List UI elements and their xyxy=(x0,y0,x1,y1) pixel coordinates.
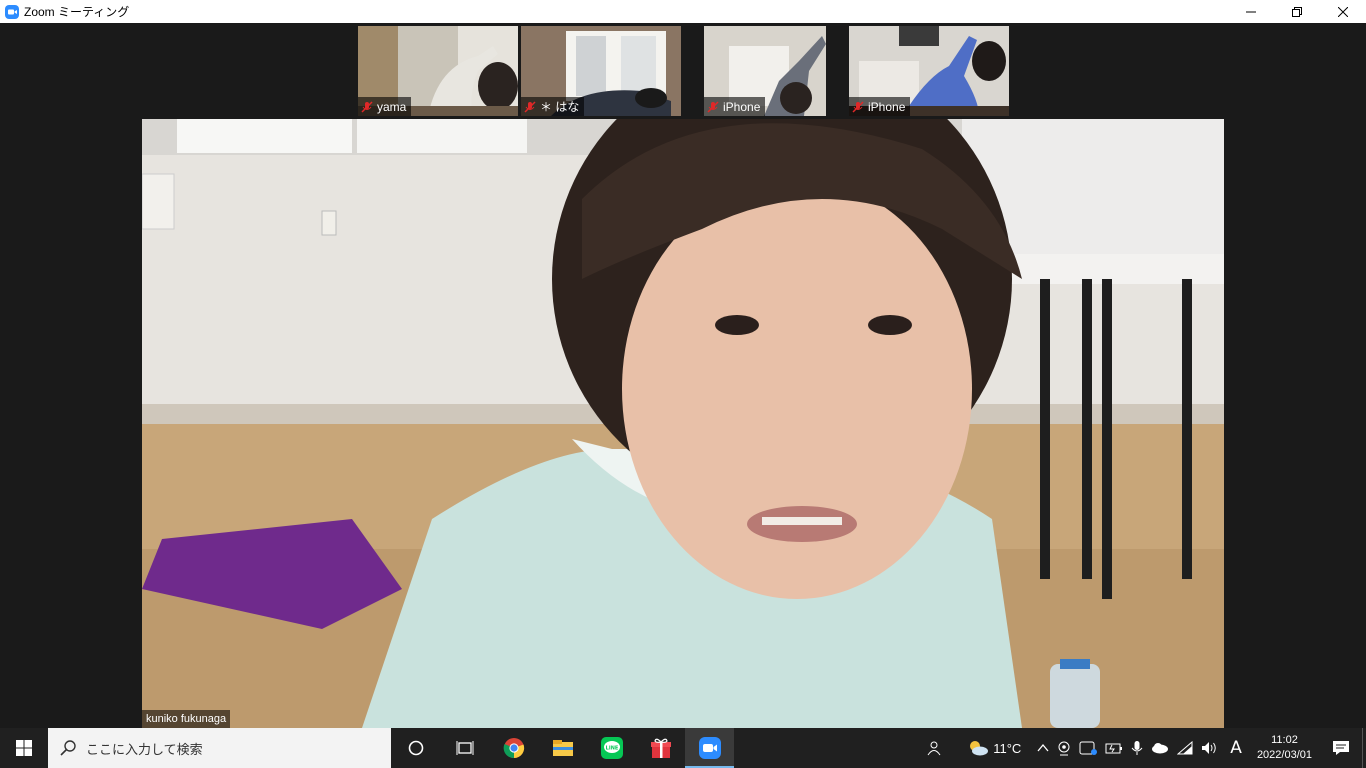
meeting-area: yama ＊ はな iPhone iPhone kuniko fukunaga xyxy=(0,23,1366,728)
participant-name: yama xyxy=(377,99,407,114)
taskbar: ここに入力して検索 LINE 11°C A 11:02 2022/03/01 xyxy=(0,728,1366,768)
taskbar-search[interactable]: ここに入力して検索 xyxy=(48,728,391,768)
action-center-button[interactable] xyxy=(1320,728,1362,768)
onedrive-cloud-icon xyxy=(1152,743,1169,754)
clock-time: 11:02 xyxy=(1271,734,1298,746)
line-icon: LINE xyxy=(600,737,623,759)
ime-indicator[interactable]: A xyxy=(1223,728,1249,768)
people-button[interactable] xyxy=(915,728,951,768)
speaker-video-frame xyxy=(142,119,1224,728)
wifi-icon xyxy=(1177,741,1193,755)
file-explorer-icon xyxy=(552,740,573,756)
participant-label: yama xyxy=(358,97,412,116)
file-explorer-button[interactable] xyxy=(538,728,587,768)
close-button[interactable] xyxy=(1320,0,1366,23)
gift-icon xyxy=(650,738,671,758)
weather-cloud-icon xyxy=(970,741,989,756)
muted-mic-icon xyxy=(524,100,536,113)
restore-icon xyxy=(1292,6,1302,17)
muted-mic-icon xyxy=(852,100,864,113)
participant-thumbnail[interactable]: iPhone xyxy=(849,26,1009,116)
battery-charging-icon xyxy=(1105,743,1123,754)
chrome-button[interactable] xyxy=(489,728,538,768)
system-tray: 11°C A 11:02 2022/03/01 xyxy=(915,728,1366,768)
start-button[interactable] xyxy=(0,728,48,768)
participant-name: ＊ はな xyxy=(540,100,580,114)
participant-strip: yama ＊ はな iPhone iPhone xyxy=(358,26,1012,116)
active-speaker-video[interactable]: kuniko fukunaga xyxy=(142,119,1224,728)
svg-text:LINE: LINE xyxy=(605,746,618,752)
participant-name: iPhone xyxy=(868,99,906,114)
muted-mic-icon xyxy=(707,100,719,113)
tray-battery[interactable] xyxy=(1101,728,1127,768)
tray-webcam[interactable] xyxy=(1053,728,1075,768)
participant-name: iPhone xyxy=(723,99,761,114)
participant-label: iPhone xyxy=(849,97,911,116)
notification-icon xyxy=(1333,741,1349,755)
participant-thumbnail[interactable]: yama xyxy=(358,26,518,116)
task-view-icon xyxy=(456,741,473,755)
cortana-icon xyxy=(408,740,423,756)
weather-temperature: 11°C xyxy=(993,740,1022,756)
line-button[interactable]: LINE xyxy=(587,728,636,768)
show-desktop-button[interactable] xyxy=(1362,728,1366,768)
chrome-icon xyxy=(503,738,524,759)
webcam-icon xyxy=(1058,741,1070,756)
tray-volume[interactable] xyxy=(1197,728,1223,768)
microphone-icon xyxy=(1131,741,1143,755)
taskbar-clock[interactable]: 11:02 2022/03/01 xyxy=(1249,733,1320,763)
task-view-button[interactable] xyxy=(440,728,489,768)
participant-label: iPhone xyxy=(704,97,766,116)
tray-meet-now[interactable] xyxy=(1075,728,1101,768)
cortana-button[interactable] xyxy=(391,728,440,768)
people-icon xyxy=(927,741,941,756)
ime-mode-label: A xyxy=(1230,738,1242,758)
show-hidden-icons-button[interactable] xyxy=(1033,728,1053,768)
meet-now-icon xyxy=(1079,741,1098,755)
window-title: Zoom ミーティング xyxy=(24,5,130,19)
muted-mic-icon xyxy=(361,100,373,113)
participant-label: ＊ はな xyxy=(521,97,585,116)
window-titlebar: Zoom ミーティング xyxy=(0,0,1366,23)
zoom-icon xyxy=(5,4,19,19)
tray-wifi[interactable] xyxy=(1173,728,1197,768)
windows-logo-icon xyxy=(16,740,32,756)
zoom-icon xyxy=(698,737,721,759)
participant-thumbnail[interactable]: iPhone xyxy=(704,26,826,116)
search-icon xyxy=(60,740,76,756)
tray-onedrive[interactable] xyxy=(1147,728,1173,768)
zoom-taskbar-button[interactable] xyxy=(685,728,734,768)
active-speaker-label: kuniko fukunaga xyxy=(142,710,231,728)
weather-widget[interactable]: 11°C xyxy=(963,728,1025,768)
clock-date: 2022/03/01 xyxy=(1256,749,1312,761)
tray-microphone[interactable] xyxy=(1127,728,1147,768)
restore-button[interactable] xyxy=(1274,0,1320,23)
close-icon xyxy=(1338,6,1348,17)
gift-button[interactable] xyxy=(636,728,685,768)
speaker-volume-icon xyxy=(1202,742,1217,754)
search-placeholder: ここに入力して検索 xyxy=(86,742,203,758)
minimize-button[interactable] xyxy=(1228,0,1274,23)
participant-thumbnail[interactable]: ＊ はな xyxy=(521,26,681,116)
minimize-icon xyxy=(1246,11,1256,12)
chevron-up-icon xyxy=(1037,743,1049,752)
